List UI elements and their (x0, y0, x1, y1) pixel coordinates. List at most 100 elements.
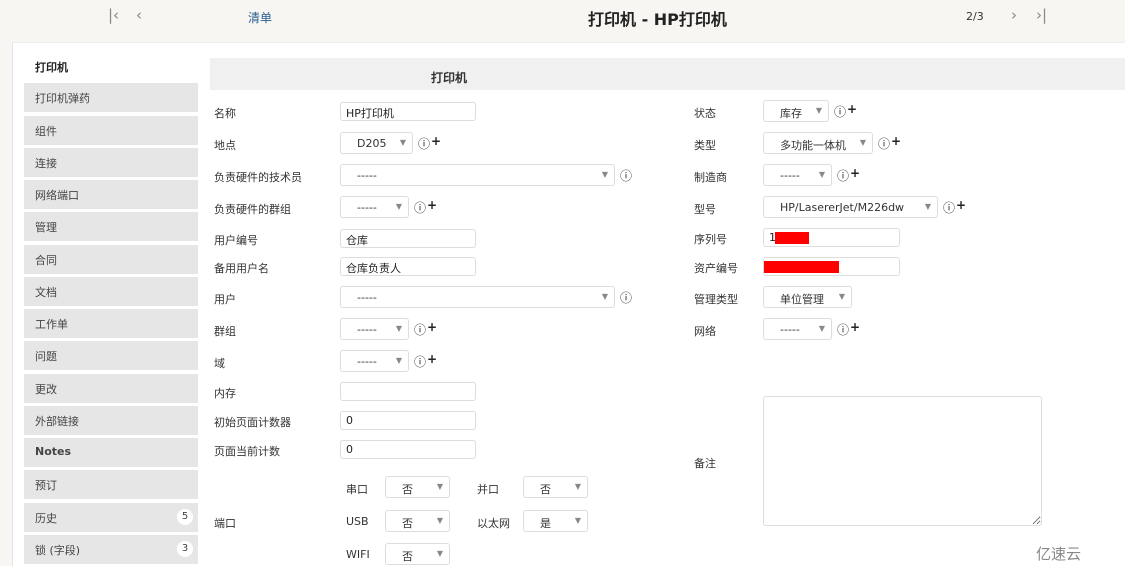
ports-label: 端口 (214, 517, 236, 530)
select-dropdown[interactable]: ----- ▼ (340, 286, 615, 308)
text-input[interactable]: 仓库负责人 (340, 257, 476, 276)
select-dropdown[interactable]: ----- ▼ (763, 318, 832, 340)
text-input[interactable]: 0 (340, 411, 476, 430)
sidebar-item[interactable]: 管理 (24, 212, 198, 241)
input-value: 0 (346, 414, 353, 427)
sidebar-item[interactable]: 合同 (24, 245, 198, 274)
chevron-down-icon: ▼ (601, 170, 608, 179)
field-label: 负责硬件的技术员 (214, 171, 302, 184)
select-dropdown[interactable]: ----- ▼ (340, 318, 409, 340)
select-dropdown[interactable]: HP/LasererJet/M226dw ▼ (763, 196, 938, 218)
field-label: 域 (214, 357, 225, 370)
field-label: 群组 (214, 325, 236, 338)
next-icon[interactable]: › (1011, 6, 1017, 24)
list-link[interactable]: 清单 (248, 9, 272, 26)
select-dropdown[interactable]: ----- ▼ (763, 164, 832, 186)
sidebar-item[interactable]: 工作单 (24, 309, 198, 338)
select-dropdown[interactable]: D205 ▼ (340, 132, 413, 154)
add-icon[interactable]: + (850, 166, 860, 180)
port-select[interactable]: 否 ▼ (385, 476, 450, 498)
select-dropdown[interactable]: ----- ▼ (340, 350, 409, 372)
text-input[interactable] (340, 382, 476, 401)
info-icon[interactable]: ⓘ (834, 103, 846, 120)
redaction-block (775, 232, 809, 244)
sidebar-item[interactable]: 连接 (24, 148, 198, 177)
field-label: 管理类型 (694, 293, 738, 306)
field-label: 制造商 (694, 171, 727, 184)
text-input[interactable]: 仓库 (340, 229, 476, 248)
notes-textarea[interactable] (763, 396, 1042, 526)
sidebar-item[interactable]: 打印机弹药 (24, 83, 198, 112)
form-header (210, 58, 1125, 90)
text-input[interactable]: 1 (763, 228, 900, 247)
chevron-down-icon: ▼ (818, 324, 825, 333)
select-value: ----- (780, 323, 800, 336)
add-icon[interactable]: + (431, 134, 441, 148)
port-select[interactable]: 是 ▼ (523, 510, 588, 532)
sidebar-item-label: 打印机弹药 (35, 92, 90, 105)
info-icon[interactable]: ⓘ (620, 289, 632, 306)
info-icon[interactable]: ⓘ (418, 135, 430, 152)
form-title: 打印机 (431, 71, 468, 85)
info-icon[interactable]: ⓘ (943, 199, 955, 216)
select-value: ----- (357, 291, 377, 304)
text-input[interactable]: HP打印机 (340, 102, 476, 121)
sidebar-item[interactable]: 网络端口 (24, 180, 198, 209)
select-dropdown[interactable]: 单位管理 ▼ (763, 286, 852, 308)
sidebar-item[interactable]: 预订 (24, 470, 198, 499)
info-icon[interactable]: ⓘ (414, 353, 426, 370)
first-page-icon[interactable]: |‹ (108, 6, 119, 24)
port-select[interactable]: 否 ▼ (523, 476, 588, 498)
port-select[interactable]: 否 ▼ (385, 510, 450, 532)
add-icon[interactable]: + (891, 134, 901, 148)
port-select[interactable]: 否 ▼ (385, 543, 450, 565)
select-dropdown[interactable]: 多功能一体机 ▼ (763, 132, 873, 154)
text-input[interactable]: 0 (340, 440, 476, 459)
add-icon[interactable]: + (427, 320, 437, 334)
select-value: 否 (402, 517, 413, 530)
field-label: 内存 (214, 387, 236, 400)
prev-icon[interactable]: ‹ (136, 6, 142, 24)
select-value: ----- (357, 169, 377, 182)
chevron-down-icon: ▼ (574, 482, 581, 491)
sidebar-item-label: 连接 (35, 157, 57, 170)
info-icon[interactable]: ⓘ (414, 199, 426, 216)
chevron-down-icon: ▼ (436, 549, 443, 558)
field-label: 类型 (694, 139, 716, 152)
sidebar-item[interactable]: 更改 (24, 374, 198, 403)
sidebar-item[interactable]: 文档 (24, 277, 198, 306)
select-dropdown[interactable]: ----- ▼ (340, 196, 409, 218)
chevron-down-icon: ▼ (815, 106, 822, 115)
select-value: 否 (540, 483, 551, 496)
info-icon[interactable]: ⓘ (878, 135, 890, 152)
input-value: HP打印机 (346, 107, 394, 120)
text-input[interactable] (763, 257, 900, 276)
add-icon[interactable]: + (956, 198, 966, 212)
add-icon[interactable]: + (427, 198, 437, 212)
sidebar-item-label: 组件 (35, 125, 57, 138)
add-icon[interactable]: + (427, 352, 437, 366)
sidebar-item-label: 历史 (35, 512, 57, 525)
add-icon[interactable]: + (850, 320, 860, 334)
info-icon[interactable]: ⓘ (620, 167, 632, 184)
info-icon[interactable]: ⓘ (414, 321, 426, 338)
sidebar-item[interactable]: 历史 5 (24, 503, 198, 532)
sidebar-item-label: 文档 (35, 286, 57, 299)
select-dropdown[interactable]: ----- ▼ (340, 164, 615, 186)
sidebar-item[interactable]: 问题 (24, 341, 198, 370)
sidebar-item[interactable]: 锁 (字段) 3 (24, 535, 198, 564)
select-dropdown[interactable]: 库存 ▼ (763, 100, 829, 122)
last-page-icon[interactable]: ›| (1036, 6, 1047, 24)
chevron-down-icon: ▼ (395, 202, 402, 211)
sidebar-item[interactable]: 外部链接 (24, 406, 198, 435)
sidebar-item-active[interactable]: 打印机 (24, 52, 198, 81)
sidebar-item[interactable]: 组件 (24, 116, 198, 145)
field-label: 型号 (694, 203, 716, 216)
info-icon[interactable]: ⓘ (837, 167, 849, 184)
chevron-down-icon: ▼ (838, 292, 845, 301)
add-icon[interactable]: + (847, 102, 857, 116)
port-label: USB (346, 515, 369, 528)
info-icon[interactable]: ⓘ (837, 321, 849, 338)
pager-count: 2/3 (966, 10, 984, 23)
sidebar-item[interactable]: Notes (24, 438, 198, 467)
